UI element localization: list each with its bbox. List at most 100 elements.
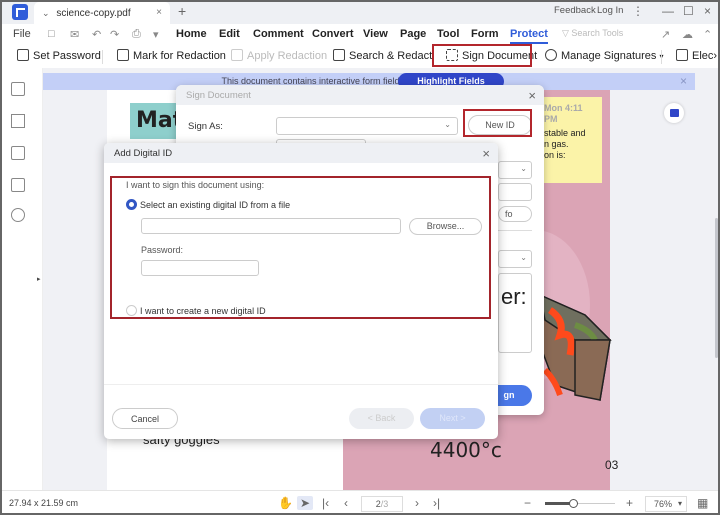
apply-redaction-icon xyxy=(231,49,243,61)
comment-icon[interactable] xyxy=(11,146,25,160)
more-icon[interactable]: ⋮ xyxy=(632,4,644,18)
sign-as-select[interactable]: ⌄ xyxy=(276,117,458,135)
divider xyxy=(661,50,662,64)
save-icon[interactable]: □ xyxy=(48,28,55,40)
radio-new-id[interactable] xyxy=(126,305,137,316)
search-tools[interactable]: ▽ Search Tools xyxy=(562,28,623,39)
menu-page[interactable]: Page xyxy=(400,28,426,40)
maximize-icon[interactable]: ☐ xyxy=(683,4,694,18)
sign-select-2[interactable]: ⌄ xyxy=(498,250,532,268)
browse-button[interactable]: Browse... xyxy=(409,218,482,235)
page-number-input[interactable]: 2/3 xyxy=(361,496,403,512)
back-button[interactable]: < Back xyxy=(349,408,414,429)
document-tab[interactable]: ⌄ science-copy.pdf × xyxy=(34,2,170,24)
expand-panel-icon[interactable]: ▸ xyxy=(37,275,41,283)
menu-protect[interactable]: Protect xyxy=(510,28,548,44)
note-line: on is: xyxy=(544,150,566,160)
minimize-icon[interactable]: — xyxy=(662,4,674,18)
password-input[interactable] xyxy=(141,260,259,276)
menu-view[interactable]: View xyxy=(363,28,388,40)
thumbnails-icon[interactable] xyxy=(11,82,25,96)
divider xyxy=(102,50,103,64)
share-icon[interactable]: ↗ xyxy=(661,28,670,41)
search-icon[interactable] xyxy=(11,208,25,222)
zoom-level-select[interactable]: 76% ▾ xyxy=(645,496,687,512)
radio-existing-id[interactable] xyxy=(126,199,137,210)
password-label: Password: xyxy=(141,245,184,255)
option-existing-label[interactable]: Select an existing digital ID from a fil… xyxy=(140,200,290,210)
close-add-id-dialog-icon[interactable]: × xyxy=(482,146,490,161)
sign-select-appearance[interactable]: ⌄ xyxy=(498,161,532,179)
menu-tool[interactable]: Tool xyxy=(437,28,459,40)
cloud-upload-icon[interactable]: ☁ xyxy=(682,28,693,41)
cancel-button[interactable]: Cancel xyxy=(112,408,178,429)
zoom-slider-handle[interactable] xyxy=(569,499,578,508)
status-bar: 27.94 x 21.59 cm ✋ ➤ |‹ ‹ 2/3 › ›| − + 7… xyxy=(0,490,720,515)
signatures-icon xyxy=(545,49,557,61)
bookmark-icon[interactable] xyxy=(11,114,25,128)
hand-tool-icon[interactable]: ✋ xyxy=(278,496,293,510)
earth-layers-illustration xyxy=(538,293,612,401)
fit-page-icon[interactable]: ▦ xyxy=(697,496,708,510)
preview-text: er: xyxy=(501,284,527,309)
tab-title: science-copy.pdf xyxy=(56,8,131,19)
chevron-down-icon: ⌄ xyxy=(444,120,451,129)
dropdown-icon[interactable]: ▾ xyxy=(153,28,159,41)
sign-field-3[interactable] xyxy=(498,183,532,201)
menu-comment[interactable]: Comment xyxy=(253,28,304,40)
menu-form[interactable]: Form xyxy=(471,28,499,40)
digital-id-file-input[interactable] xyxy=(141,218,401,234)
sign-as-label: Sign As: xyxy=(188,121,223,132)
form-glyph xyxy=(670,109,679,117)
prev-page-icon[interactable]: ‹ xyxy=(344,496,348,510)
select-tool-icon[interactable]: ➤ xyxy=(297,496,314,510)
zoom-in-icon[interactable]: + xyxy=(626,496,633,510)
add-id-dialog-title: Add Digital ID xyxy=(104,143,498,163)
sticky-note[interactable]: Mon 4:11 PM stable and n gas. on is: xyxy=(540,97,602,183)
next-button[interactable]: Next > xyxy=(420,408,485,429)
lock-icon xyxy=(17,49,29,61)
electronic-signature-button[interactable]: Elec› xyxy=(676,49,717,62)
divider xyxy=(498,230,532,231)
redaction-icon xyxy=(117,49,129,61)
info-button[interactable]: fo xyxy=(498,206,532,222)
apply-redaction-button[interactable]: Apply Redaction xyxy=(231,49,327,62)
sign-document-highlight xyxy=(432,44,532,67)
redo-icon[interactable]: ↷ xyxy=(110,28,119,41)
new-tab-button[interactable]: + xyxy=(178,3,186,19)
feedback-link[interactable]: Feedback xyxy=(554,5,596,16)
zoom-out-icon[interactable]: − xyxy=(524,496,531,510)
attachment-icon[interactable] xyxy=(11,178,25,192)
close-sign-dialog-icon[interactable]: × xyxy=(528,88,536,103)
electronic-signature-icon xyxy=(676,49,688,61)
search-tools-label: Search Tools xyxy=(571,28,624,38)
scrollbar[interactable] xyxy=(715,218,718,358)
next-page-icon[interactable]: › xyxy=(415,496,419,510)
collapse-icon[interactable]: ⌃ xyxy=(703,28,712,41)
login-link[interactable]: Log In xyxy=(597,5,623,16)
menu-convert[interactable]: Convert xyxy=(312,28,354,40)
new-id-highlight xyxy=(463,109,532,137)
menu-file[interactable]: File xyxy=(13,28,31,40)
menu-edit[interactable]: Edit xyxy=(219,28,240,40)
zoom-slider-track[interactable] xyxy=(545,499,615,508)
chevron-down-icon: ⌄ xyxy=(520,164,527,173)
close-tab-icon[interactable]: × xyxy=(156,2,162,24)
menu-home[interactable]: Home xyxy=(176,28,207,40)
undo-icon[interactable]: ↶ xyxy=(92,28,101,41)
mail-icon[interactable]: ✉ xyxy=(70,28,79,41)
right-sidebar: ◂ xyxy=(655,68,720,490)
option-new-label[interactable]: I want to create a new digital ID xyxy=(140,306,266,316)
close-window-icon[interactable]: × xyxy=(704,4,711,18)
close-banner-icon[interactable]: × xyxy=(680,74,687,88)
mark-for-redaction-button[interactable]: Mark for Redaction xyxy=(117,49,226,62)
form-panel-icon[interactable] xyxy=(664,103,684,123)
print-icon[interactable]: ⎙ xyxy=(132,28,141,41)
zoom-value: 76% xyxy=(654,499,673,509)
search-redact-button[interactable]: Search & Redact xyxy=(333,49,432,62)
note-line: stable and xyxy=(544,128,586,138)
manage-signatures-button[interactable]: Manage Signatures ▾ xyxy=(545,49,663,62)
set-password-button[interactable]: Set Password xyxy=(17,49,101,62)
last-page-icon[interactable]: ›| xyxy=(433,496,440,510)
first-page-icon[interactable]: |‹ xyxy=(322,496,329,510)
